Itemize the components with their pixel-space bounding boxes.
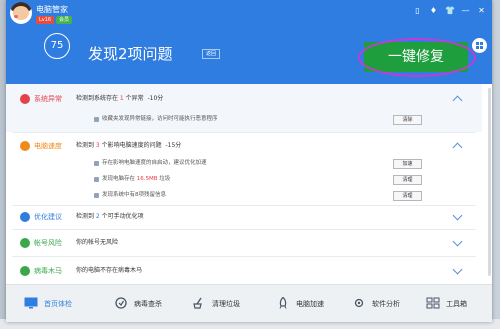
clean-junk-button[interactable]: 清理 [393,175,422,185]
issue-row: 存在影响电脑速度的自启动，建议优化加速 加速 [6,158,482,170]
monitor-icon [24,297,38,309]
minimize-icon[interactable]: — [461,6,470,15]
section-description: 检测到系统存在 1 个异常 -10分 [76,95,164,102]
nav-label: 病毒查杀 [134,300,162,308]
bottom-nav: 首页体检 病毒查杀 清理垃圾 电脑加速 软件分析 工具箱 [6,284,492,322]
clear-button[interactable]: 清除 [393,115,422,125]
nav-speed-up[interactable]: 电脑加速 [276,295,348,313]
section-name: 电脑速度 [34,142,62,150]
nav-label: 电脑加速 [296,300,324,308]
virus-shield-icon [20,266,30,276]
divider [12,132,476,133]
speed-icon [20,141,30,151]
section-virus[interactable]: 病毒木马 你的电脑不存在病毒木马 [6,262,482,280]
highlight-ring [358,38,476,77]
results-list: 系统异常 检测到系统存在 1 个异常 -10分 收藏夹发现异常链接，访问时可能执… [6,84,492,284]
registry-icon [94,193,99,198]
accelerate-button[interactable]: 加速 [393,159,422,169]
return-button[interactable]: 返回 [202,49,221,59]
scan-headline: 发现2项问题 [88,45,173,63]
nav-software-analysis[interactable]: 软件分析 [352,295,424,313]
nav-label: 软件分析 [372,300,400,308]
phone-icon[interactable]: ▯ [413,6,422,15]
issue-text: 收藏夹发现异常链接，访问时可能执行恶意程序 [102,116,218,122]
skin-icon[interactable]: 👕 [445,6,455,15]
broom-icon [193,297,202,309]
gem-icon[interactable]: ♦ [429,6,438,15]
header-panel: 电脑管家 Lv16 会员 ▯ ♦ 👕 — ✕ 75 发现2项问题 返回 一键修复 [6,0,492,84]
section-name: 帐号风险 [34,239,62,247]
nav-home-checkup[interactable]: 首页体检 [24,295,96,313]
section-account-risk[interactable]: 帐号风险 你的帐号无风险 [6,234,482,252]
section-description: 检测到 2 个可手动优化项 [76,213,144,220]
level-badge[interactable]: Lv16 [36,16,55,24]
issue-text: 存在影响电脑速度的自启动，建议优化加速 [102,160,207,166]
wrench-icon [20,212,30,222]
section-name: 病毒木马 [34,267,62,275]
nav-toolbox[interactable]: 工具箱 [426,295,488,313]
gear-icon [354,298,364,308]
close-icon[interactable]: ✕ [477,6,486,15]
warning-icon [20,94,30,104]
nav-virus-scan[interactable]: 病毒查杀 [114,295,186,313]
section-description: 你的电脑不存在病毒木马 [76,267,143,274]
section-description: 你的帐号无风险 [76,239,119,246]
divider [12,229,476,230]
section-name: 系统异常 [34,95,62,103]
section-system-anomaly[interactable]: 系统异常 检测到系统存在 1 个异常 -10分 [6,90,482,108]
section-name: 优化建议 [34,213,62,221]
nav-label: 首页体检 [44,300,72,308]
divider [12,256,476,257]
app-window: 电脑管家 Lv16 会员 ▯ ♦ 👕 — ✕ 75 发现2项问题 返回 一键修复… [6,0,492,322]
startup-icon [94,161,99,166]
rocket-icon [279,297,287,309]
shield-icon [115,297,127,309]
expand-chevron-icon[interactable] [452,237,464,249]
toolbox-icon [426,297,440,309]
bookmark-icon [94,117,99,122]
health-score: 75 [44,33,70,59]
nav-label: 清理垃圾 [212,300,240,308]
issue-text: 发现电脑存在 16.5MB 垃圾 [102,176,171,182]
section-pc-speed[interactable]: 电脑速度 检测到 3 个影响电脑速度的问题 -15分 [6,137,482,155]
nav-label: 工具箱 [446,300,467,308]
collapse-chevron-icon[interactable] [452,140,464,152]
issue-row: 收藏夹发现异常链接，访问时可能执行恶意程序 清除 [6,114,482,126]
nav-clean-junk[interactable]: 清理垃圾 [192,295,264,313]
avatar[interactable] [10,2,32,24]
collapse-chevron-icon[interactable] [452,93,464,105]
issue-text: 发现系统中有8项残留信息 [102,192,167,198]
scrollbar[interactable] [488,88,491,276]
app-title: 电脑管家 [36,5,68,14]
trash-icon [94,177,99,182]
vip-badge[interactable]: 会员 [56,16,73,24]
expand-chevron-icon[interactable] [452,265,464,277]
issue-row: 发现电脑存在 16.5MB 垃圾 清理 [6,174,482,186]
window-controls: ▯ ♦ 👕 — ✕ [413,6,486,15]
issue-row: 发现系统中有8项残留信息 清理 [6,190,482,202]
clean-residue-button[interactable]: 清理 [393,191,422,201]
section-optimize[interactable]: 优化建议 检测到 2 个可手动优化项 [6,208,482,226]
grid-menu-icon[interactable] [472,38,487,53]
section-description: 检测到 3 个影响电脑速度的问题 -15分 [76,142,182,149]
expand-chevron-icon[interactable] [452,211,464,223]
account-shield-icon [20,238,30,248]
divider [12,205,476,206]
